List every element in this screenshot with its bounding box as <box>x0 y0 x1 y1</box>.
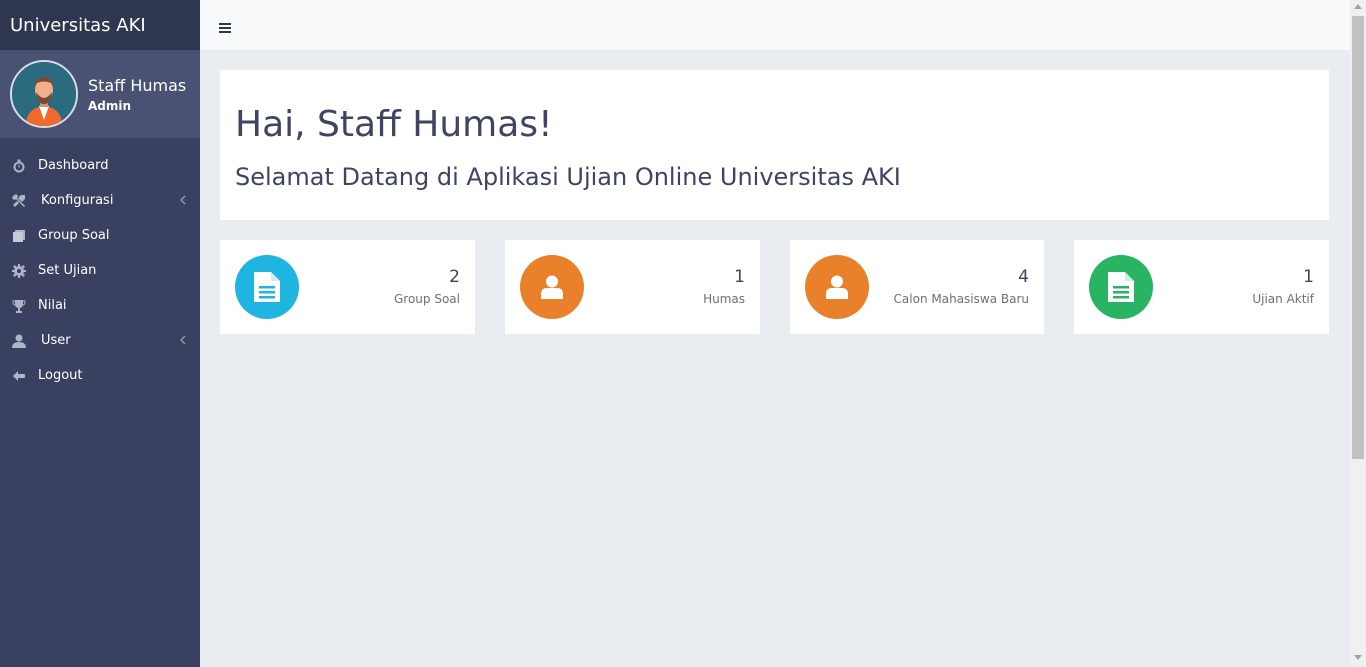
stat-count: 2 <box>449 267 460 287</box>
file-icon <box>1089 255 1153 319</box>
sidebar: Universitas AKI Staff Humas Admin Dashbo… <box>0 0 200 667</box>
scroll-up-arrow-icon[interactable] <box>1354 4 1362 9</box>
sidebar-item-logout[interactable]: Logout <box>0 358 200 393</box>
sidebar-item-set-ujian[interactable]: Set Ujian <box>0 253 200 288</box>
sidebar-item-label: Konfigurasi <box>41 193 114 208</box>
stat-card-calon-mahasiswa-baru: 4 Calon Mahasiswa Baru <box>790 240 1044 334</box>
hamburger-menu-icon[interactable] <box>219 19 231 33</box>
gear-icon <box>11 263 27 279</box>
avatar <box>10 60 78 128</box>
stopwatch-icon <box>11 158 27 174</box>
chevron-left-icon <box>179 334 186 349</box>
sidebar-item-konfigurasi[interactable]: Konfigurasi <box>0 183 200 218</box>
stat-label: Ujian Aktif <box>1252 292 1314 306</box>
brand-title[interactable]: Universitas AKI <box>0 0 200 50</box>
user-panel: Staff Humas Admin <box>0 50 200 138</box>
trophy-icon <box>11 298 27 314</box>
file-icon <box>235 255 299 319</box>
sidebar-item-label: User <box>41 333 71 348</box>
stat-count: 4 <box>1018 267 1029 287</box>
stat-label: Humas <box>703 292 745 306</box>
sidebar-menu: Dashboard Konfigurasi Group Soal Set Uji… <box>0 138 200 393</box>
welcome-panel: Hai, Staff Humas! Selamat Datang di Apli… <box>220 70 1329 220</box>
vertical-scrollbar[interactable] <box>1350 0 1366 667</box>
arrow-left-icon <box>11 368 27 384</box>
user-name: Staff Humas <box>88 75 187 95</box>
chevron-left-icon <box>179 194 186 209</box>
wrench-icon <box>11 193 27 209</box>
sidebar-item-group-soal[interactable]: Group Soal <box>0 218 200 253</box>
stat-label: Calon Mahasiswa Baru <box>893 292 1029 306</box>
sidebar-item-label: Logout <box>38 368 83 383</box>
user-icon <box>805 255 869 319</box>
user-icon <box>520 255 584 319</box>
stat-card-ujian-aktif: 1 Ujian Aktif <box>1074 240 1329 334</box>
sidebar-item-dashboard[interactable]: Dashboard <box>0 148 200 183</box>
sidebar-item-label: Dashboard <box>38 158 109 173</box>
stat-count: 1 <box>734 267 745 287</box>
copy-icon <box>11 228 27 244</box>
sidebar-item-user[interactable]: User <box>0 323 200 358</box>
sidebar-item-label: Set Ujian <box>38 263 97 278</box>
user-role: Admin <box>88 98 132 113</box>
sidebar-item-label: Group Soal <box>38 228 110 243</box>
stat-card-humas: 1 Humas <box>505 240 760 334</box>
sidebar-item-nilai[interactable]: Nilai <box>0 288 200 323</box>
welcome-title: Hai, Staff Humas! <box>235 104 553 145</box>
user-icon <box>11 333 27 349</box>
scroll-down-arrow-icon[interactable] <box>1354 655 1362 660</box>
welcome-subtitle: Selamat Datang di Aplikasi Ujian Online … <box>235 163 901 191</box>
scrollbar-thumb[interactable] <box>1352 16 1364 459</box>
stat-card-group-soal: 2 Group Soal <box>220 240 475 334</box>
sidebar-item-label: Nilai <box>38 298 67 313</box>
stat-label: Group Soal <box>394 292 460 306</box>
topbar <box>200 0 1350 50</box>
stat-count: 1 <box>1303 267 1314 287</box>
